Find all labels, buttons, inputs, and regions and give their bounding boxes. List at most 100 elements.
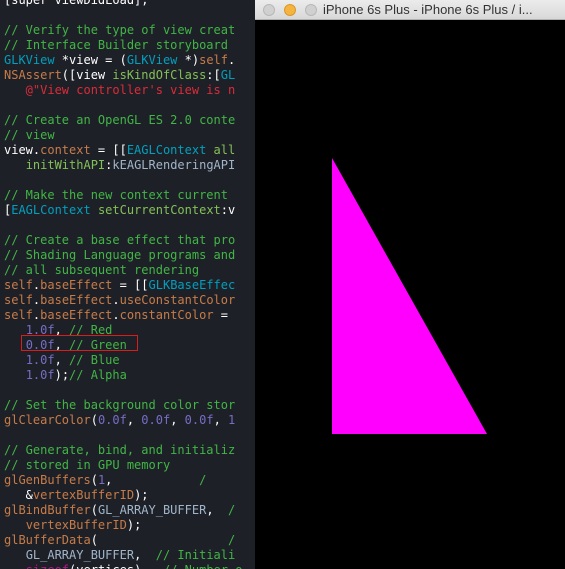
code-line: GL_ARRAY_BUFFER, // Initiali <box>4 548 236 563</box>
code-token: / <box>228 503 236 517</box>
code-token: NSAssert <box>4 68 62 82</box>
code-line: glClearColor(0.0f, 0.0f, 0.0f, 1 <box>4 413 235 428</box>
code-token: ( <box>90 503 98 517</box>
code-token: ( <box>90 413 98 427</box>
code-token: , <box>206 503 228 517</box>
code-line: vertexBufferID); <box>4 518 142 533</box>
code-token: = [[ <box>90 143 127 157</box>
zoom-button[interactable] <box>305 4 317 16</box>
code-token: , <box>134 548 156 562</box>
code-token: // all subsequent rendering <box>4 263 200 277</box>
code-line: glBindBuffer(GL_ARRAY_BUFFER, / <box>4 503 235 518</box>
code-line: // Make the new context current <box>4 188 228 203</box>
code-line: initWithAPI:kEAGLRenderingAPI <box>4 158 236 173</box>
code-token: :[ <box>206 68 221 82</box>
code-token: // Shading Language programs and <box>4 248 236 262</box>
code-token: // Generate, bind, and initializ <box>4 443 236 457</box>
code-token: self <box>4 308 33 322</box>
magenta-triangle <box>332 158 487 434</box>
code-token: / <box>227 533 236 547</box>
code-token: self <box>199 53 228 67</box>
code-line: @"View controller's view is n <box>4 83 236 98</box>
code-token: . <box>112 293 120 307</box>
code-line: self.baseEffect.constantColor = <box>4 308 228 323</box>
code-token: ); <box>54 368 70 382</box>
code-token: 0.0f <box>184 413 214 427</box>
code-token: ); <box>126 518 142 532</box>
code-line: // Verify the type of view creat <box>4 23 235 38</box>
code-line: // Create a base effect that pro <box>4 233 235 248</box>
code-line: // Generate, bind, and initializ <box>4 443 235 458</box>
code-line: glGenBuffers(1, / <box>4 473 206 488</box>
window-titlebar[interactable]: iPhone 6s Plus - iPhone 6s Plus / i... <box>255 0 565 20</box>
code-token: self <box>4 293 33 307</box>
code-line: glBufferData( / <box>4 533 235 548</box>
simulator-screen[interactable] <box>255 20 565 569</box>
code-line: &vertexBufferID); <box>4 488 149 503</box>
code-line: 1.0f);// Alpha <box>4 368 127 383</box>
code-token: GLKBaseEffec <box>148 278 236 292</box>
code-line: self.baseEffect.useConstantColor <box>4 293 235 308</box>
code-token: 1.0f <box>25 353 55 367</box>
code-token: & <box>4 488 33 502</box>
code-token: , <box>54 353 70 367</box>
code-token: setCurrentContext <box>97 203 221 217</box>
code-token: view. <box>4 143 41 157</box>
code-line: // all subsequent rendering <box>4 263 199 278</box>
code-token: // Initiali <box>155 548 236 562</box>
code-token: baseEffect <box>40 308 113 322</box>
code-token: // stored in GPU memory <box>4 458 171 472</box>
code-line: // view <box>4 128 55 143</box>
code-line: // Set the background color stor <box>4 398 235 413</box>
code-token: useConstantColor <box>119 293 236 307</box>
code-token: // Number o <box>163 563 242 569</box>
code-line: [EAGLContext setCurrentContext:v <box>4 203 235 218</box>
code-line: sizeof(vertices), // Number o <box>4 563 243 569</box>
code-token: // Set the background color stor <box>4 398 236 412</box>
simulator-window: iPhone 6s Plus - iPhone 6s Plus / i... <box>255 0 565 569</box>
code-token: // Make the new context current <box>4 188 228 202</box>
code-line: GLKView *view = (GLKView *)self. <box>4 53 235 68</box>
code-token: isKindOfClass <box>112 68 207 82</box>
code-token: // Blue <box>69 353 120 367</box>
code-token: [super viewDidLoad]; <box>4 0 149 7</box>
close-button[interactable] <box>263 4 275 16</box>
code-token: kEAGLRenderingAPI <box>112 158 236 172</box>
code-token: ( <box>90 473 98 487</box>
code-token: GL_ARRAY_BUFFER <box>25 548 135 562</box>
code-line: [super viewDidLoad]; <box>4 0 149 8</box>
highlight-box <box>21 335 138 351</box>
code-token: initWithAPI <box>25 158 106 172</box>
code-token: = <box>213 308 228 322</box>
code-line: // Shading Language programs and <box>4 248 235 263</box>
code-token: ( <box>90 533 228 547</box>
code-token: glBufferData <box>4 533 91 547</box>
minimize-button[interactable] <box>284 4 296 16</box>
code-token: :v <box>220 203 236 217</box>
code-token: 1 <box>228 413 236 427</box>
code-token: . <box>112 308 120 322</box>
code-token: vertexBufferID <box>25 518 127 532</box>
code-token: 0.0f <box>97 413 127 427</box>
code-token: // view <box>4 128 55 142</box>
code-token: 0.0f <box>141 413 171 427</box>
code-token: (vertices), <box>69 563 163 569</box>
code-token: self <box>4 278 33 292</box>
code-editor[interactable]: [super viewDidLoad]; // Verify the type o… <box>0 0 255 569</box>
code-token: GLKView <box>4 53 55 67</box>
code-line: // stored in GPU memory <box>4 458 170 473</box>
code-token: = [[ <box>112 278 149 292</box>
code-token: *view = ( <box>54 53 127 67</box>
code-token: // Interface Builder storyboard <box>4 38 228 52</box>
code-token: glBindBuffer <box>4 503 91 517</box>
code-token: , <box>105 473 200 487</box>
code-token: glClearColor <box>4 413 91 427</box>
window-title: iPhone 6s Plus - iPhone 6s Plus / i... <box>323 2 533 17</box>
code-line: // Interface Builder storyboard <box>4 38 228 53</box>
code-token: , <box>213 413 229 427</box>
